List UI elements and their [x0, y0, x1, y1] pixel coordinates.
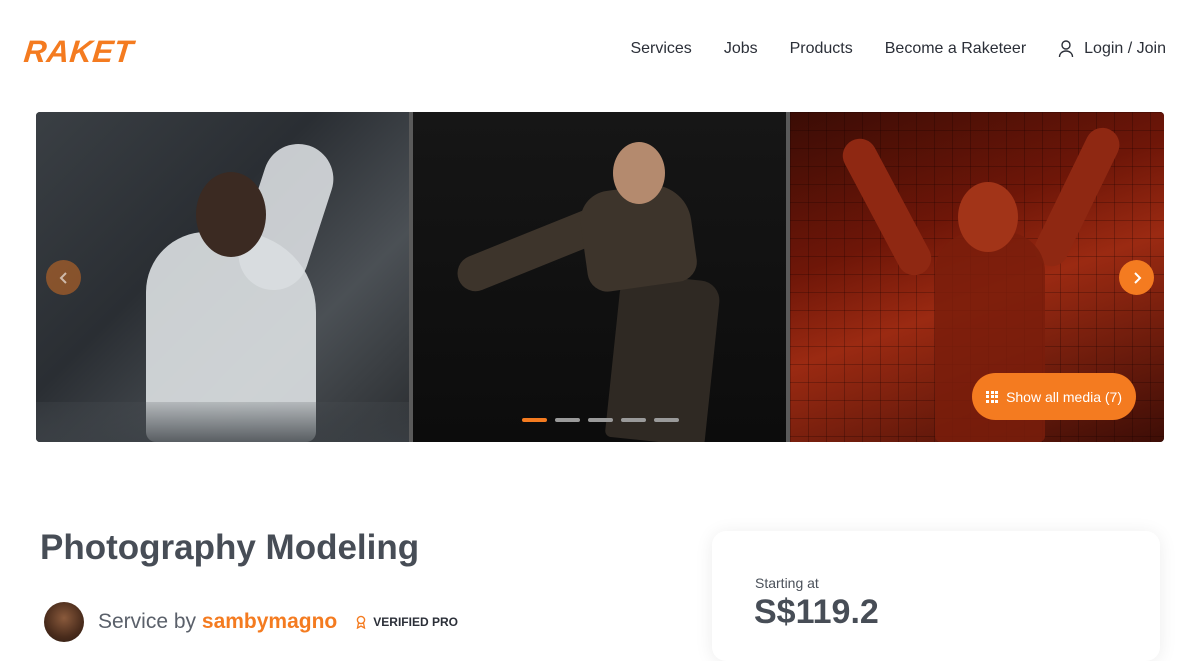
verified-pro-badge: VERIFIED PRO	[355, 615, 458, 629]
starting-at-label: Starting at	[755, 575, 819, 591]
service-title: Photography Modeling	[40, 528, 420, 567]
nav-jobs[interactable]: Jobs	[724, 40, 758, 58]
badge-label: VERIFIED PRO	[373, 615, 458, 629]
price-value: S$119.2	[754, 593, 879, 631]
pricing-card: Starting at S$119.2	[712, 531, 1160, 661]
gallery-pagination	[522, 418, 679, 422]
award-icon	[356, 615, 366, 629]
pagination-dot[interactable]	[588, 418, 613, 422]
service-provider-row: Service by sambymagno VERIFIED PRO	[44, 602, 458, 642]
show-media-label: Show all media (7)	[1006, 388, 1122, 405]
user-icon	[1058, 40, 1074, 58]
gallery-photo-2[interactable]	[413, 112, 786, 442]
pagination-dot[interactable]	[555, 418, 580, 422]
login-join-link[interactable]: Login / Join	[1058, 40, 1166, 58]
main-nav: Services Jobs Products Become a Raketeer…	[630, 40, 1166, 58]
nav-services[interactable]: Services	[630, 40, 691, 58]
gallery-next-button[interactable]	[1119, 260, 1154, 295]
chevron-right-icon	[1133, 271, 1141, 284]
nav-become-raketeer[interactable]: Become a Raketeer	[885, 40, 1026, 58]
pagination-dot[interactable]	[654, 418, 679, 422]
raket-logo[interactable]: RAKET	[22, 34, 135, 70]
media-gallery: Show all media (7)	[36, 112, 1164, 442]
photo-water	[36, 402, 409, 442]
pagination-dot[interactable]	[522, 418, 547, 422]
provider-avatar[interactable]	[44, 602, 84, 642]
photo-figure-legs	[604, 272, 722, 442]
login-label: Login / Join	[1084, 40, 1166, 57]
photo-figure-head	[613, 142, 665, 204]
show-all-media-button[interactable]: Show all media (7)	[972, 373, 1136, 420]
gallery-prev-button[interactable]	[46, 260, 81, 295]
pagination-dot[interactable]	[621, 418, 646, 422]
grid-icon	[986, 390, 999, 403]
service-by-text: Service by sambymagno	[98, 610, 337, 634]
chevron-left-icon	[59, 271, 67, 284]
photo-figure-head	[958, 182, 1018, 252]
site-header: RAKET Services Jobs Products Become a Ra…	[0, 0, 1200, 100]
photo-figure-head	[196, 172, 266, 257]
gallery-photo-1[interactable]	[36, 112, 409, 442]
nav-products[interactable]: Products	[790, 40, 853, 58]
